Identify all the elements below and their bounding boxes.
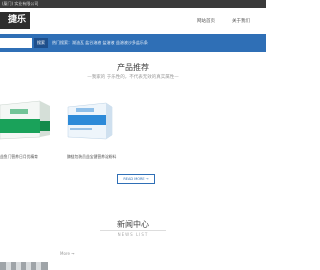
- news-more-link[interactable]: More ➞: [60, 251, 75, 256]
- product-image: [67, 102, 113, 140]
- search-input[interactable]: [0, 38, 32, 48]
- search-bar: 搜索 热门搜索：湖油瓦 盐谷溶液 盐溶液 益溶液沙多盐乐条: [0, 34, 266, 52]
- product-name[interactable]: 酶链包装员益宝健营养淀粉料: [67, 154, 116, 160]
- read-more-button[interactable]: READ MORE →: [117, 174, 155, 184]
- product-card[interactable]: [58, 93, 121, 147]
- products-title: 产品推荐: [117, 63, 149, 72]
- company-name: (厦门) 实业有限公司: [2, 1, 39, 6]
- hot-search-text: 热门搜索：湖油瓦 盐谷溶液 盐溶液 益溶液沙多盐乐条: [52, 40, 148, 45]
- product-name[interactable]: 益鱼门营养日月优精育: [0, 154, 38, 160]
- product-card[interactable]: [0, 93, 57, 147]
- logo[interactable]: 捷乐: [0, 12, 30, 29]
- news-subtitle: NEWS LIST: [117, 232, 149, 237]
- nav-item-about[interactable]: 关于我们: [232, 18, 250, 24]
- search-button[interactable]: 搜索: [34, 38, 48, 48]
- header: 捷乐 网站首页 关于我们: [0, 8, 266, 34]
- nav-item-home[interactable]: 网站首页: [197, 18, 215, 24]
- products-subtitle: —我家的 于乐性的，不代表无效的真实属性—: [87, 75, 179, 80]
- logo-text: 捷乐: [8, 15, 27, 25]
- product-image: [0, 100, 50, 140]
- divider: [100, 230, 166, 231]
- news-image[interactable]: [0, 262, 48, 270]
- top-bar: (厦门) 实业有限公司: [0, 0, 266, 8]
- news-title: 新闻中心: [117, 220, 149, 229]
